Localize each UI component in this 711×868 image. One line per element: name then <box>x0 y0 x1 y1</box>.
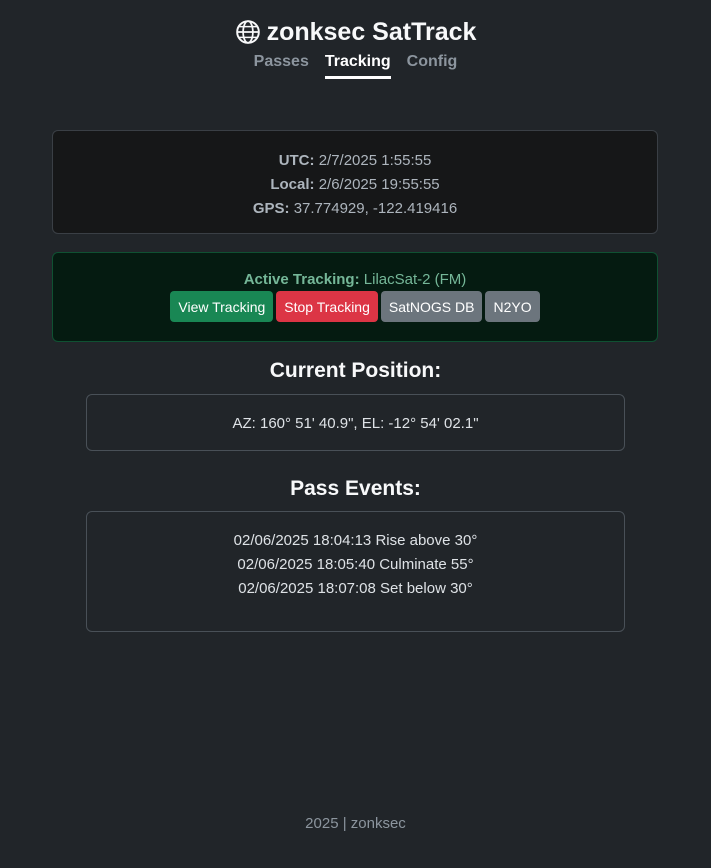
utc-row: UTC: 2/7/2025 1:55:55 <box>53 149 657 173</box>
pass-events-box: 02/06/2025 18:04:13 Rise above 30° 02/06… <box>86 511 625 632</box>
utc-label: UTC: <box>278 152 315 169</box>
current-position-value: AZ: 160° 51' 40.9", EL: -12° 54' 02.1" <box>232 415 479 432</box>
current-position-heading: Current Position: <box>269 359 442 382</box>
time-info-card: UTC: 2/7/2025 1:55:55 Local: 2/6/2025 19… <box>52 130 658 234</box>
app-title-text: zonksec SatTrack <box>266 18 477 46</box>
n2yo-button[interactable]: N2YO <box>485 291 540 322</box>
view-tracking-button[interactable]: View Tracking <box>170 291 274 322</box>
gps-label: GPS: <box>252 200 290 217</box>
gps-row: GPS: 37.774929, -122.419416 <box>53 197 657 221</box>
local-value: 2/6/2025 19:55:55 <box>318 176 440 193</box>
stop-tracking-button[interactable]: Stop Tracking <box>276 291 378 322</box>
pass-event-item: 02/06/2025 18:04:13 Rise above 30° <box>233 532 478 549</box>
footer: 2025 | zonksec <box>305 815 406 832</box>
pass-event-item: 02/06/2025 18:07:08 Set below 30° <box>238 580 473 597</box>
pass-event-item: 02/06/2025 18:05:40 Culminate 55° <box>237 556 474 573</box>
utc-value: 2/7/2025 1:55:55 <box>318 152 432 169</box>
current-position-box: AZ: 160° 51' 40.9", EL: -12° 54' 02.1" <box>86 394 625 451</box>
tab-passes[interactable]: Passes <box>254 53 309 79</box>
active-tracking-label: Active Tracking: <box>243 271 360 288</box>
active-satellite-name: LilacSat-2 (FM) <box>363 271 467 288</box>
tab-tracking[interactable]: Tracking <box>324 53 391 79</box>
tab-config[interactable]: Config <box>407 53 458 79</box>
app-title: zonksec SatTrack <box>235 16 477 48</box>
tracking-button-row: View Tracking Stop Tracking SatNOGS DB N… <box>53 291 657 322</box>
active-tracking-card: Active Tracking: LilacSat-2 (FM) View Tr… <box>52 252 658 342</box>
globe-icon <box>235 20 260 44</box>
satnogs-db-button[interactable]: SatNOGS DB <box>380 291 483 322</box>
active-tracking-row: Active Tracking: LilacSat-2 (FM) <box>53 271 657 288</box>
nav-tabs: Passes Tracking Config <box>0 53 711 79</box>
local-row: Local: 2/6/2025 19:55:55 <box>53 173 657 197</box>
gps-value: 37.774929, -122.419416 <box>293 200 458 217</box>
app-header: zonksec SatTrack Passes Tracking Config <box>0 16 711 79</box>
local-label: Local: <box>270 176 315 193</box>
pass-events-heading: Pass Events: <box>290 477 421 500</box>
